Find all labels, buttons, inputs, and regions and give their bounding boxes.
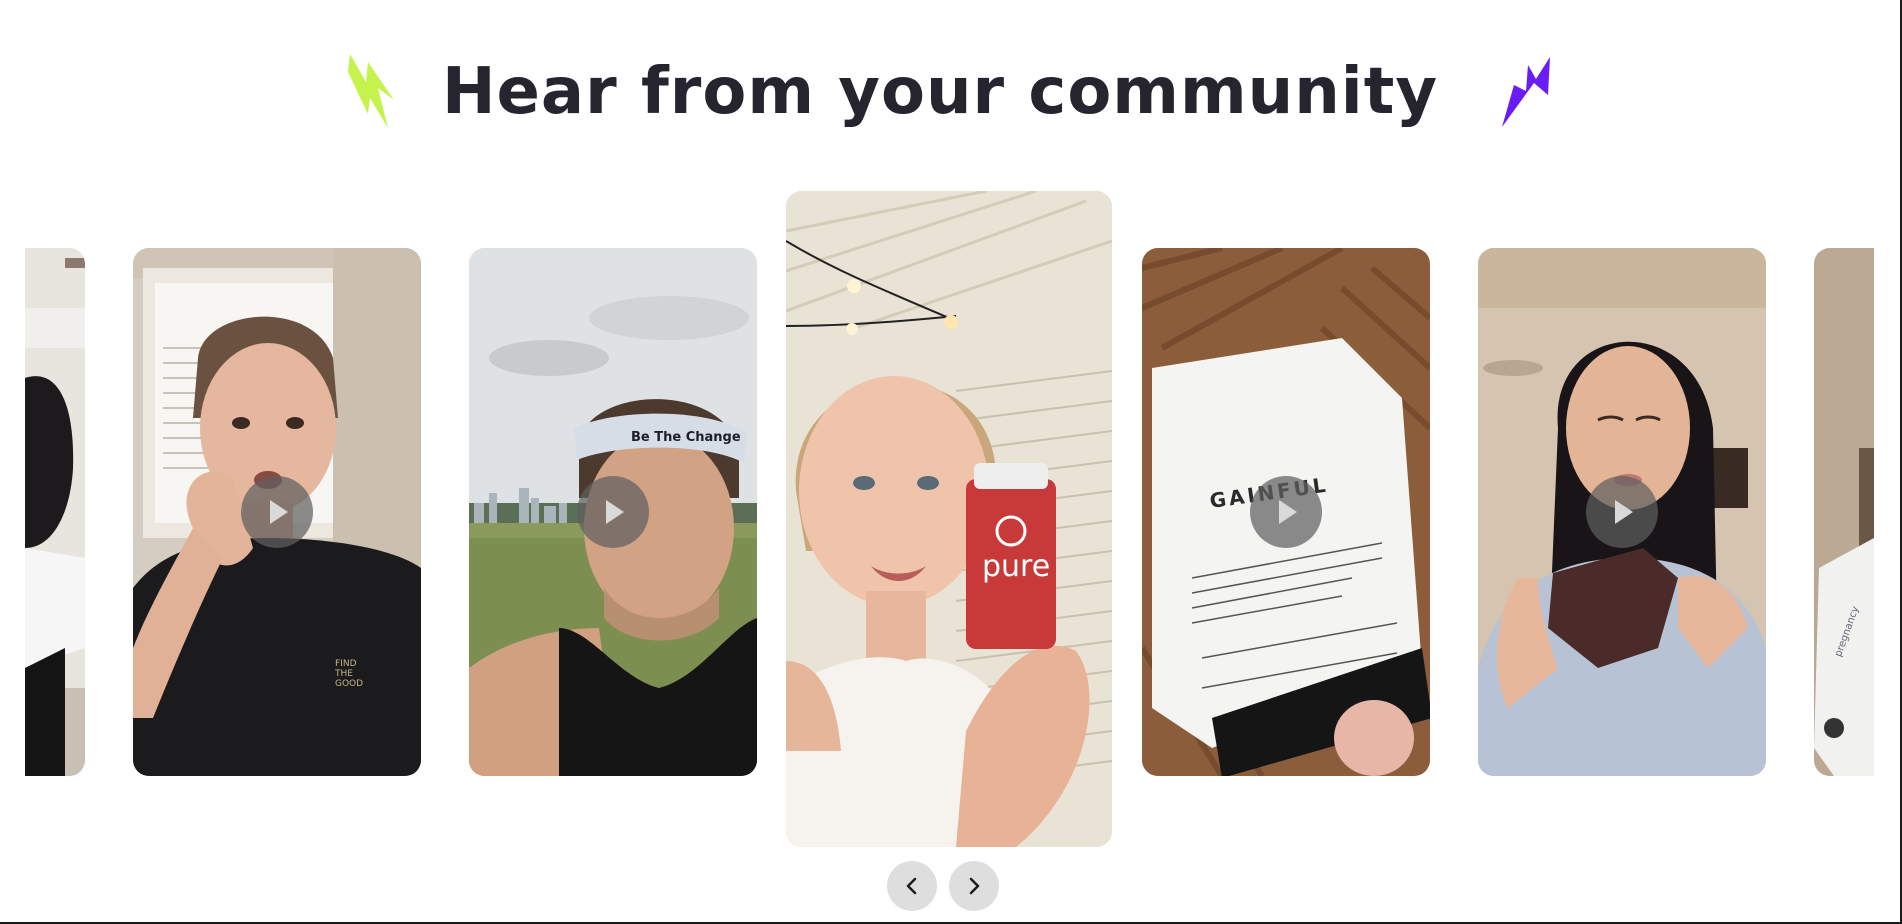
video-card[interactable]: [25, 248, 85, 776]
page: Hear from your community FIND THE GOOD B…: [0, 0, 1902, 924]
carousel-prev-button[interactable]: [887, 861, 937, 911]
video-thumbnail: [25, 248, 85, 776]
play-button[interactable]: [1586, 476, 1658, 548]
play-icon: [1279, 500, 1297, 524]
chevron-left-icon: [906, 877, 917, 895]
video-carousel: FIND THE GOOD Be The Change pure pregnan…: [0, 0, 1902, 924]
video-card[interactable]: FIND THE GOOD: [133, 248, 421, 776]
play-icon: [1615, 500, 1633, 524]
play-button[interactable]: [241, 476, 313, 548]
svg-text:GOOD: GOOD: [335, 679, 363, 689]
chevron-right-icon: [969, 877, 980, 895]
video-thumbnail: pregnancy: [1814, 248, 1874, 776]
headband-text: Be The Change: [631, 430, 741, 445]
play-icon: [606, 500, 624, 524]
bottle-brand-text: pure: [982, 549, 1050, 584]
svg-text:THE: THE: [334, 669, 353, 679]
video-card[interactable]: Be The Change: [469, 248, 757, 776]
shirt-text: FIND: [335, 659, 357, 669]
play-icon: [270, 500, 288, 524]
video-card[interactable]: pregnancy: [1814, 248, 1874, 776]
video-thumbnail: pure: [786, 191, 1112, 847]
video-card-featured[interactable]: pure: [786, 191, 1112, 847]
video-card[interactable]: [1478, 248, 1766, 776]
play-button[interactable]: [577, 476, 649, 548]
play-button[interactable]: [1250, 476, 1322, 548]
carousel-next-button[interactable]: [949, 861, 999, 911]
video-card[interactable]: GAINFUL: [1142, 248, 1430, 776]
